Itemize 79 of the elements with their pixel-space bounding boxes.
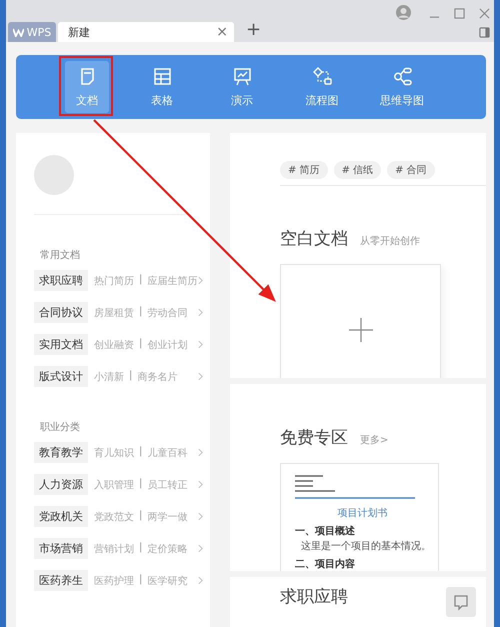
category-link[interactable]: 医药养生 [34,570,88,591]
chevron-right-icon[interactable] [198,480,203,489]
document-tab[interactable]: 新建 × [58,22,234,42]
subcategory-link[interactable]: 党政范文 [94,510,134,524]
subcategory-link[interactable]: 医学研究 [147,574,188,588]
avatar-icon[interactable] [396,5,411,20]
chevron-right-icon[interactable] [198,512,203,521]
close-icon[interactable] [479,8,490,19]
subcategory-link[interactable]: 育儿知识 [94,446,134,460]
section-title: 免费专区 [280,427,348,449]
category-link[interactable]: 实用文档 [34,334,88,355]
category-link[interactable]: 合同协议 [34,302,88,323]
separator: | [139,274,142,286]
chevron-right-icon[interactable] [198,576,203,585]
section-title: 求职应聘 [280,586,348,608]
separator: | [139,446,142,458]
chevron-right-icon[interactable] [198,372,203,381]
document-heading: 二、项目内容 [295,557,356,571]
document-text: 这里是一个项目的基本情况。 [301,540,431,553]
category-button[interactable]: 演示 [204,61,280,113]
chevron-right-icon[interactable] [198,340,203,349]
subcategory-link[interactable]: 定价策略 [147,542,188,556]
chevron-right-icon[interactable] [198,308,203,317]
group-title: 常用文档 [40,248,81,262]
tag-chip[interactable]: # 信纸 [334,161,382,179]
separator: | [139,306,142,318]
subcategory-link[interactable]: 劳动合同 [147,306,188,320]
section-title: 空白文档 [280,228,348,250]
more-link[interactable]: 更多> [360,433,388,447]
plus-icon [348,318,372,342]
flowchart-icon [312,66,332,87]
document-title: 项目计划书 [336,506,388,520]
chevron-right-icon[interactable] [198,448,203,457]
sidebar-toggle-icon[interactable] [479,27,490,38]
subcategory-link[interactable]: 热门简历 [94,274,134,288]
group-title: 职业分类 [40,420,81,434]
tag-chip[interactable]: # 简历 [280,161,328,179]
home-tab[interactable]: WPS [8,22,56,42]
subcategory-link[interactable]: 入职管理 [94,478,134,492]
subcategory-link[interactable]: 小清新 [94,370,124,384]
category-link[interactable]: 版式设计 [34,366,88,387]
presentation-icon [232,66,252,87]
category-link[interactable]: 求职应聘 [34,270,88,291]
mind-map-icon [392,66,412,87]
section-subtitle: 从零开始创作 [360,234,420,248]
chevron-right-icon[interactable] [198,544,203,553]
separator: | [129,370,132,382]
chevron-right-icon[interactable] [198,276,203,285]
subcategory-link[interactable]: 医药护理 [94,574,134,588]
subcategory-link[interactable]: 营销计划 [94,542,134,556]
table-icon [152,66,172,87]
separator: | [139,338,142,350]
close-tab-button[interactable]: × [216,24,228,40]
subcategory-link[interactable]: 房屋租赁 [94,306,134,320]
category-button[interactable]: 表格 [124,61,200,113]
separator: | [139,478,142,490]
feedback-icon[interactable] [446,587,476,617]
subcategory-link[interactable]: 创业融资 [94,338,134,352]
separator: | [139,510,142,522]
maximize-icon[interactable] [454,8,465,19]
separator: | [139,542,142,554]
subcategory-link[interactable]: 儿童百科 [147,446,188,460]
subcategory-link[interactable]: 应届生简历 [147,274,198,288]
subcategory-link[interactable]: 两学一做 [147,510,188,524]
separator: | [139,574,142,586]
category-link[interactable]: 教育教学 [34,442,88,463]
category-button[interactable]: 文档 [65,61,109,113]
category-link[interactable]: 党政机关 [34,506,88,527]
subcategory-link[interactable]: 员工转正 [147,478,188,492]
category-link[interactable]: 人力资源 [34,474,88,495]
document-heading: 一、项目概述 [295,524,356,538]
category-link[interactable]: 市场营销 [34,538,88,559]
subcategory-link[interactable]: 商务名片 [137,370,178,384]
logo-icon [12,28,24,36]
subcategory-link[interactable]: 创业计划 [147,338,188,352]
category-button[interactable]: 思维导图 [364,61,440,113]
new-tab-button[interactable]: + [246,3,262,39]
tag-chip[interactable]: # 合同 [387,161,435,179]
category-button[interactable]: 流程图 [284,61,360,113]
